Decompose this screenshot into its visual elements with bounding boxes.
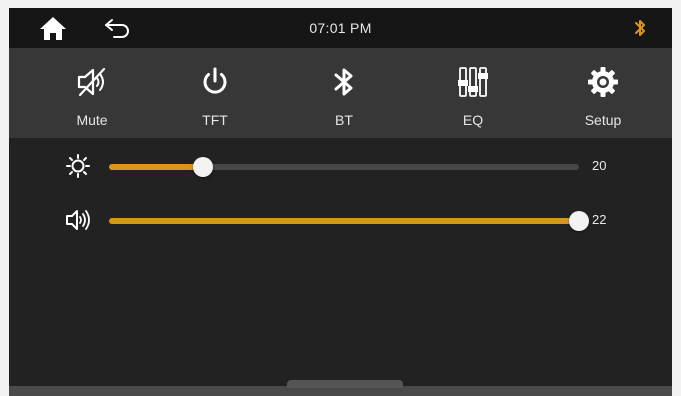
volume-value: 22 (592, 212, 607, 227)
brightness-value: 20 (592, 158, 607, 173)
eq-button[interactable]: EQ (428, 48, 518, 138)
volume-speaker-icon (66, 210, 90, 230)
brightness-row: 20 (9, 151, 672, 181)
gear-icon (588, 67, 618, 97)
setup-button[interactable]: Setup (558, 48, 648, 138)
tft-label: TFT (202, 112, 228, 128)
volume-thumb[interactable] (569, 211, 589, 231)
brightness-slider[interactable] (109, 157, 579, 177)
eq-label: EQ (462, 112, 484, 128)
status-bar: 07:01 PM (9, 8, 672, 48)
car-radio-screen: 07:01 PM Mute TFT BT EQ Setup 20 22 (9, 8, 672, 396)
equalizer-icon (458, 67, 488, 97)
brightness-sun-icon (66, 154, 90, 178)
mute-speaker-icon (77, 67, 106, 97)
power-icon (203, 67, 227, 94)
tft-button[interactable]: TFT (170, 48, 260, 138)
bt-label: BT (335, 112, 353, 128)
brightness-fill (109, 164, 203, 170)
bluetooth-icon (635, 20, 645, 36)
setup-label: Setup (584, 112, 622, 128)
mute-label: Mute (76, 112, 108, 128)
volume-row: 22 (9, 205, 672, 235)
mute-button[interactable]: Mute (47, 48, 137, 138)
clock: 07:01 PM (309, 20, 372, 36)
bottom-pull-handle[interactable] (287, 380, 403, 388)
bluetooth-status (633, 18, 647, 38)
bt-button[interactable]: BT (299, 48, 389, 138)
volume-fill (109, 218, 579, 224)
brightness-thumb[interactable] (193, 157, 213, 177)
toolbar: Mute TFT BT EQ Setup (9, 48, 672, 138)
bluetooth-icon (334, 68, 353, 96)
volume-slider[interactable] (109, 211, 589, 231)
